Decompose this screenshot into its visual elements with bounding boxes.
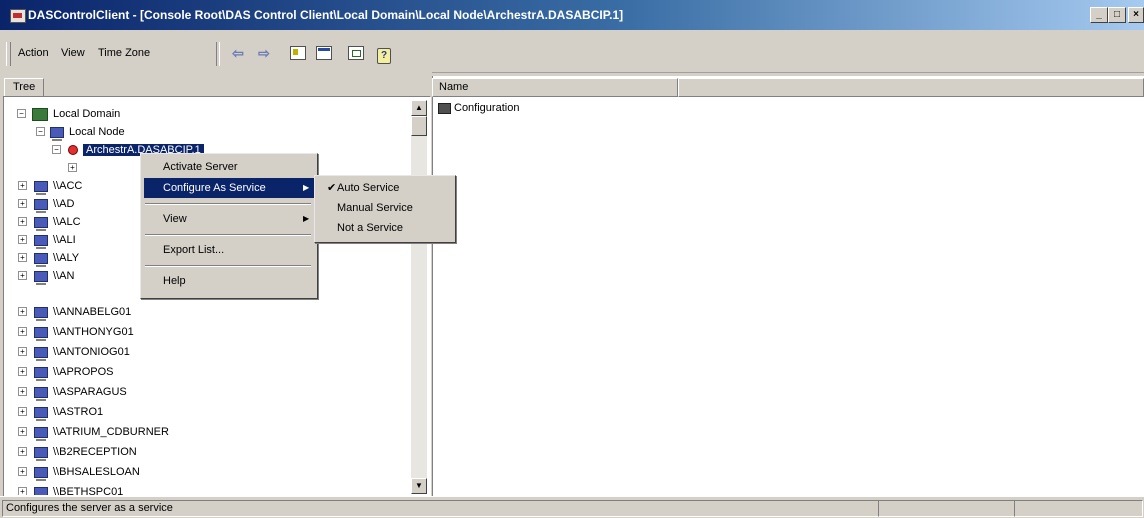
tree-node-computer[interactable]: + \\ALI [18, 231, 76, 249]
scroll-thumb[interactable] [411, 116, 427, 136]
computer-icon [34, 466, 48, 481]
computer-icon [34, 426, 48, 441]
tree-node-computer[interactable]: + \\ALY [18, 249, 79, 267]
server-icon [68, 145, 78, 156]
restore-button[interactable]: □ [1108, 7, 1126, 23]
menu-item-activate-server[interactable]: Activate Server [144, 157, 315, 177]
tree-node-child[interactable]: + [68, 159, 84, 177]
menu-view[interactable]: View [61, 47, 85, 59]
tree-node-computer[interactable]: + \\AN [18, 267, 74, 285]
list-header: Name [432, 78, 1144, 97]
computer-icon [34, 216, 48, 231]
scroll-down-icon[interactable]: ▼ [411, 478, 427, 494]
computer-icon [34, 446, 48, 461]
tree-node-computer[interactable]: + \\AD [18, 195, 74, 213]
tree-node-computer[interactable]: + \\BHSALESLOAN [18, 463, 140, 481]
column-header-name[interactable]: Name [432, 78, 678, 97]
minimize-button[interactable]: _ [1090, 7, 1108, 23]
status-text: Configures the server as a service [2, 500, 879, 517]
computer-icon [34, 234, 48, 249]
toolbar-grip [6, 42, 11, 66]
menu-item-configure-as-service[interactable]: Configure As Service ▶ [144, 178, 315, 198]
tree-node-computer[interactable]: + \\ALC [18, 213, 81, 231]
computer-icon [34, 198, 48, 213]
status-bar: Configures the server as a service [0, 496, 1144, 518]
list-item-label: Configuration [454, 102, 520, 114]
help-icon[interactable]: ? [374, 44, 394, 64]
tree-label-node: Local Node [69, 126, 125, 138]
computer-icon [34, 486, 48, 495]
tree-node-local-node[interactable]: − Local Node [36, 123, 125, 141]
tree-node-computer[interactable]: + \\APROPOS [18, 363, 114, 381]
menu-action[interactable]: Action [18, 47, 49, 59]
tree-node-computer[interactable]: + \\B2RECEPTION [18, 443, 137, 461]
computer-icon [34, 406, 48, 421]
menu-toolbar: Action View Time Zone ⇦ ⇨ ? [0, 30, 1144, 73]
tree-node-local-domain[interactable]: − Local Domain [17, 105, 121, 123]
computer-icon [34, 366, 48, 381]
collapse-icon[interactable]: − [36, 127, 45, 136]
status-panel-3 [1014, 500, 1143, 517]
tab-tree[interactable]: Tree [4, 78, 45, 97]
domain-icon [32, 107, 48, 121]
close-button[interactable]: × [1128, 7, 1144, 23]
menu-item-manual-service[interactable]: Manual Service [318, 198, 453, 218]
tree-node-computer[interactable]: + \\ACC [18, 177, 82, 195]
computer-icon [34, 306, 48, 321]
tree-header: Tree [0, 72, 432, 98]
expand-icon[interactable]: + [68, 163, 77, 172]
tree-node-computer[interactable]: + \\ANTONIOG01 [18, 343, 130, 361]
window-title: DASControlClient - [Console Root\DAS Con… [28, 8, 624, 22]
computer-icon [34, 326, 48, 341]
column-header-2[interactable] [678, 78, 1144, 97]
computer-icon [50, 126, 64, 141]
menu-item-export-list[interactable]: Export List... [144, 240, 315, 260]
menu-separator [145, 265, 311, 267]
folder-icon [438, 102, 451, 114]
submenu-arrow-icon: ▶ [303, 214, 310, 223]
menu-time-zone[interactable]: Time Zone [98, 47, 150, 59]
up-level-icon[interactable] [288, 44, 308, 62]
forward-arrow-icon[interactable]: ⇨ [254, 44, 274, 62]
export-list-icon[interactable] [346, 44, 366, 62]
context-menu: Activate Server Configure As Service ▶ V… [140, 153, 318, 299]
tree-node-computer[interactable]: + \\ANTHONYG01 [18, 323, 134, 341]
computer-icon [34, 252, 48, 267]
tree-label-domain: Local Domain [53, 108, 121, 120]
tree-node-computer[interactable]: + \\BETHSPC01 [18, 483, 123, 495]
menu-item-auto-service[interactable]: ✔ Auto Service [318, 178, 453, 198]
title-bar: DASControlClient - [Console Root\DAS Con… [0, 0, 1144, 30]
tree-node-computer[interactable]: + \\ANNABELG01 [18, 303, 131, 321]
status-panel-2 [878, 500, 1015, 517]
tree-node-computer[interactable]: + \\ASTRO1 [18, 403, 103, 421]
scroll-up-icon[interactable]: ▲ [411, 100, 427, 116]
submenu-arrow-icon: ▶ [303, 183, 310, 192]
tree-node-computer[interactable]: + \\ASPARAGUS [18, 383, 127, 401]
computer-icon [34, 270, 48, 285]
computer-icon [34, 386, 48, 401]
menu-separator [145, 234, 311, 236]
collapse-icon[interactable]: − [52, 145, 61, 154]
menu-item-not-a-service[interactable]: Not a Service [318, 218, 453, 238]
back-arrow-icon[interactable]: ⇦ [228, 44, 248, 62]
computer-icon [34, 180, 48, 195]
toolbar-separator [216, 42, 220, 66]
tree-node-computer[interactable]: + \\ATRIUM_CDBURNER [18, 423, 169, 441]
computer-icon [34, 346, 48, 361]
app-icon [10, 9, 26, 23]
menu-separator [145, 203, 311, 205]
collapse-icon[interactable]: − [17, 109, 26, 118]
checkmark-icon: ✔ [327, 182, 337, 194]
list-pane[interactable] [432, 76, 1144, 496]
submenu: ✔ Auto Service Manual Service Not a Serv… [314, 175, 456, 243]
tree-scrollbar[interactable]: ▲ ▼ [411, 100, 427, 494]
menu-item-help[interactable]: Help [144, 271, 315, 291]
show-hide-tree-icon[interactable] [314, 44, 334, 62]
list-item[interactable]: Configuration [438, 100, 519, 116]
menu-item-view[interactable]: View ▶ [144, 209, 315, 229]
